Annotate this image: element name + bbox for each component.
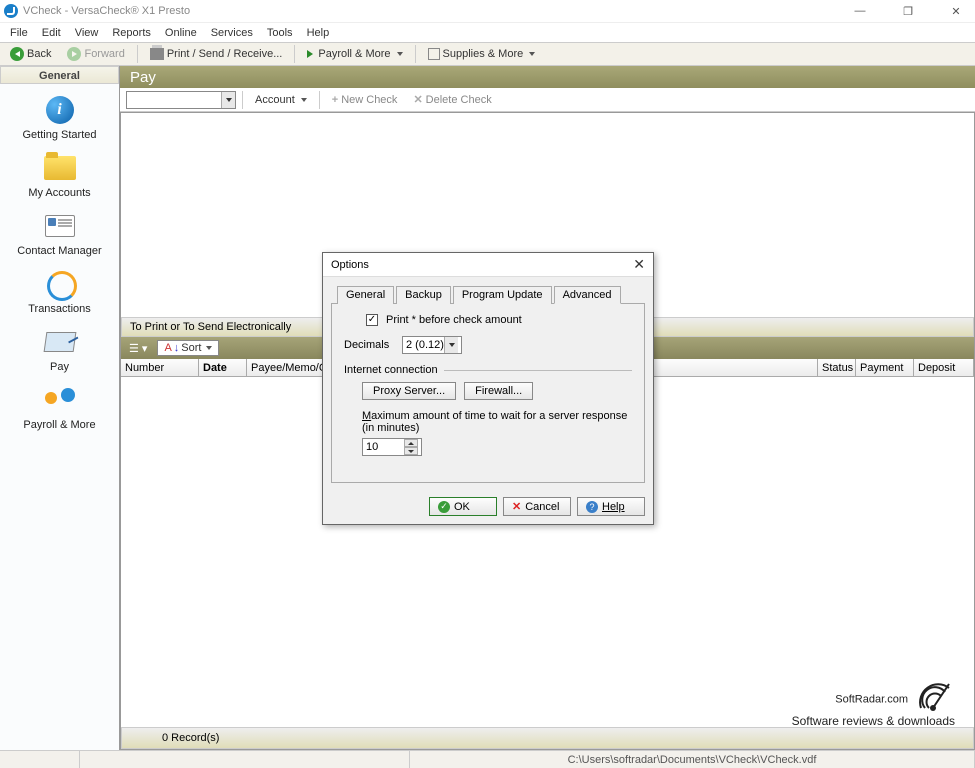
ok-icon [438,501,450,513]
timeout-value: 10 [366,441,378,453]
tab-general[interactable]: General [337,286,394,304]
tab-program-update[interactable]: Program Update [453,286,552,304]
spin-up-icon[interactable] [404,439,418,447]
dialog-close-button[interactable]: ✕ [633,256,645,273]
help-button[interactable]: ? Help [577,497,645,516]
help-label: Help [602,501,625,513]
dialog-titlebar: Options ✕ [323,253,653,277]
internet-group: Internet connection [344,364,632,376]
cancel-button[interactable]: ✕ Cancel [503,497,571,516]
tab-backup[interactable]: Backup [396,286,451,304]
print-star-checkbox[interactable] [366,314,378,326]
decimals-label: Decimals [344,339,394,351]
dialog-buttons: OK ✕ Cancel ? Help [323,491,653,524]
print-star-label: Print * before check amount [386,314,522,326]
firewall-label: Firewall... [475,385,522,397]
proxy-button[interactable]: Proxy Server... [362,382,456,400]
help-icon: ? [586,501,598,513]
dialog-tabs: General Backup Program Update Advanced [323,277,653,303]
dialog-title: Options [331,259,369,271]
cancel-icon: ✕ [512,500,521,513]
timeout-spinner[interactable]: 10 [362,438,422,456]
proxy-label: Proxy Server... [373,385,445,397]
dialog-overlay: Options ✕ General Backup Program Update … [0,0,975,768]
tab-page-advanced: Print * before check amount Decimals 2 (… [331,303,645,483]
options-dialog: Options ✕ General Backup Program Update … [322,252,654,525]
internet-group-label: Internet connection [344,364,438,376]
firewall-button[interactable]: Firewall... [464,382,533,400]
timeout-label: Maximum amount of time to wait for a ser… [362,410,627,434]
ok-button[interactable]: OK [429,497,497,516]
decimals-select[interactable]: 2 (0.12) [402,336,462,354]
decimals-value: 2 (0.12) [406,339,444,351]
spin-down-icon[interactable] [404,447,418,455]
ok-label: OK [454,501,470,513]
chevron-down-icon [444,337,458,353]
cancel-label: Cancel [525,501,559,513]
tab-advanced[interactable]: Advanced [554,286,621,304]
